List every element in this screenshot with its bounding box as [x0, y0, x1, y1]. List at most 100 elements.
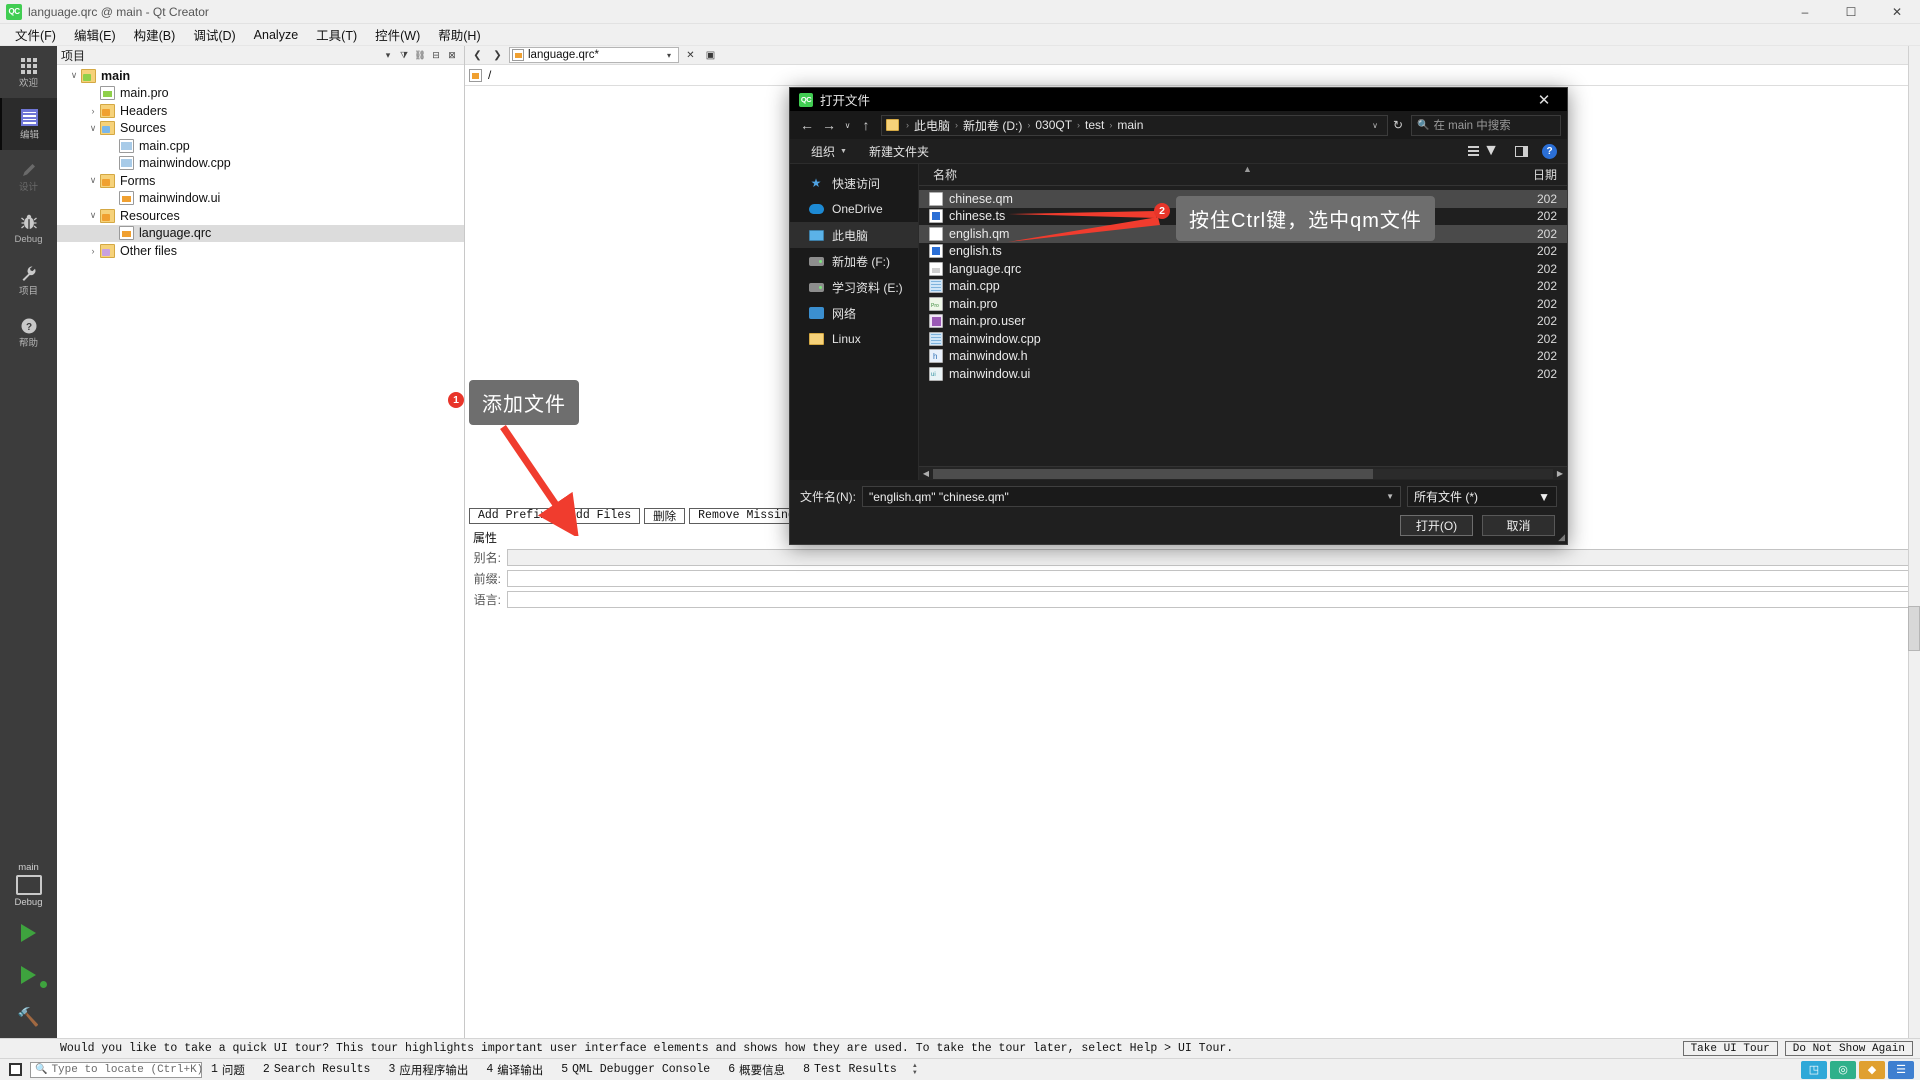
chevron-down-icon[interactable]: ▼: [1538, 490, 1550, 504]
output-pane-search-results[interactable]: 2 Search Results: [254, 1063, 380, 1076]
menu-debug[interactable]: 调试(D): [184, 23, 244, 46]
filename-input[interactable]: "english.qm" "chinese.qm" ▼: [862, 486, 1401, 507]
take-ui-tour-button[interactable]: Take UI Tour: [1682, 1041, 1778, 1056]
tree-twisty-icon[interactable]: ›: [86, 106, 100, 116]
breadcrumb-segment-3[interactable]: test: [1084, 118, 1105, 132]
menu-file[interactable]: 文件(F): [6, 23, 65, 46]
file-row[interactable]: language.qrc 202: [919, 260, 1567, 278]
prefix-field[interactable]: [507, 569, 1920, 587]
file-row[interactable]: english.ts 202: [919, 243, 1567, 261]
file-row[interactable]: main.pro 202: [919, 295, 1567, 313]
maximize-icon[interactable]: ☐: [1828, 0, 1874, 23]
minimize-icon[interactable]: –: [1782, 0, 1828, 23]
tree-item-language-qrc[interactable]: language.qrc: [57, 224, 464, 242]
close-document-icon[interactable]: ✕: [682, 47, 699, 63]
close-pane-icon[interactable]: ⊠: [444, 47, 460, 63]
tree-item-resources[interactable]: ∨ Resources: [57, 207, 464, 225]
hscroll-track[interactable]: [933, 468, 1553, 479]
back-icon[interactable]: ←: [796, 113, 818, 137]
right-sidebar-strip[interactable]: [1908, 46, 1920, 1038]
tray-icon-3[interactable]: ◆: [1859, 1060, 1885, 1079]
mode-projects[interactable]: 项目: [0, 254, 57, 306]
tray-icon-4[interactable]: ☰: [1888, 1060, 1914, 1079]
menu-analyze[interactable]: Analyze: [245, 26, 307, 44]
tray-icon-2[interactable]: ◎: [1830, 1060, 1856, 1079]
places-item-linux[interactable]: Linux: [790, 326, 918, 352]
places-item--f-[interactable]: 新加卷 (F:): [790, 248, 918, 274]
recent-locations-icon[interactable]: ∨: [840, 113, 855, 137]
breadcrumb-segment-1[interactable]: 新加卷 (D:): [962, 117, 1023, 134]
file-row[interactable]: main.pro.user 202: [919, 313, 1567, 331]
add-files-button[interactable]: Add Files: [560, 507, 641, 524]
remove-button[interactable]: 删除: [644, 507, 686, 524]
tree-item-sources[interactable]: ∨ Sources: [57, 120, 464, 138]
open-button[interactable]: 打开(O): [1400, 515, 1473, 536]
breadcrumb-segment-2[interactable]: 030QT: [1034, 118, 1073, 132]
nav-back-icon[interactable]: ❮: [469, 47, 486, 63]
tray-icon-1[interactable]: ◳: [1801, 1060, 1827, 1079]
add-prefix-button[interactable]: Add Prefix: [469, 507, 557, 524]
output-pane-qml-console[interactable]: 5 QML Debugger Console: [552, 1063, 719, 1076]
forward-icon[interactable]: →: [818, 113, 840, 137]
mode-design[interactable]: 设计: [0, 150, 57, 202]
tree-twisty-icon[interactable]: ∨: [86, 123, 100, 134]
tree-item-forms[interactable]: ∨ Forms: [57, 172, 464, 190]
organize-button[interactable]: 组织 ▼: [800, 141, 858, 162]
places-item-onedrive[interactable]: OneDrive: [790, 196, 918, 222]
open-file-dialog[interactable]: QC 打开文件 ✕ ← → ∨ ↑ › 此电脑 › 新加卷 (D:) › 030…: [789, 87, 1568, 545]
tree-twisty-icon[interactable]: ∨: [86, 175, 100, 186]
chevron-down-icon[interactable]: ▼: [1386, 492, 1394, 501]
dialog-search-input[interactable]: 🔍 在 main 中搜索: [1411, 114, 1561, 136]
output-pane-test-results[interactable]: 8 Test Results: [794, 1063, 906, 1076]
cancel-button[interactable]: 取消: [1482, 515, 1555, 536]
dialog-places-sidebar[interactable]: ★ 快速访问 OneDrive 此电脑 新加卷 (F:) 学习资料 (E:) 网络 Linux: [790, 164, 919, 480]
do-not-show-again-button[interactable]: Do Not Show Again: [1784, 1041, 1913, 1056]
places-item--e-[interactable]: 学习资料 (E:): [790, 274, 918, 300]
preview-pane-button[interactable]: [1507, 145, 1536, 157]
qrc-root-row[interactable]: /: [465, 65, 1920, 86]
breadcrumb-segment-0[interactable]: 此电脑: [913, 117, 951, 134]
project-tree[interactable]: ∨ main main.pro › Headers ∨ Sources main.cpp mai…: [57, 65, 464, 1038]
tree-item-other-files[interactable]: › Other files: [57, 242, 464, 260]
dialog-close-icon[interactable]: ✕: [1521, 88, 1567, 111]
menu-build[interactable]: 构建(B): [125, 23, 185, 46]
scroll-right-icon[interactable]: ▶: [1553, 469, 1567, 478]
tree-twisty-icon[interactable]: ∨: [86, 210, 100, 221]
debug-run-button[interactable]: [0, 954, 57, 996]
output-pane-app-output[interactable]: 3 应用程序输出: [379, 1062, 477, 1078]
output-pane-overview[interactable]: 6 概要信息: [719, 1062, 794, 1078]
run-button[interactable]: [0, 912, 57, 954]
toggle-sidebar-icon[interactable]: [0, 1059, 30, 1080]
tree-item-headers[interactable]: › Headers: [57, 102, 464, 120]
menu-help[interactable]: 帮助(H): [429, 23, 489, 46]
view-mode-button[interactable]: ▼: [1460, 142, 1507, 160]
open-documents-combo[interactable]: language.qrc* ▾: [509, 47, 679, 63]
mode-edit[interactable]: 编辑: [0, 98, 57, 150]
filter-dropdown-icon[interactable]: ▾: [380, 47, 396, 63]
locator-input[interactable]: 🔍 Type to locate (Ctrl+K): [30, 1061, 203, 1078]
mode-help[interactable]: ? 帮助: [0, 306, 57, 358]
filetype-select[interactable]: 所有文件 (*) ▼: [1407, 486, 1557, 507]
file-row[interactable]: mainwindow.h 202: [919, 348, 1567, 366]
split-editor-icon[interactable]: ▣: [702, 47, 719, 63]
breadcrumb-dropdown-icon[interactable]: ∨: [1367, 121, 1383, 130]
mode-debug[interactable]: Debug: [0, 202, 57, 254]
nav-forward-icon[interactable]: ❯: [489, 47, 506, 63]
file-list-hscrollbar[interactable]: ◀ ▶: [919, 466, 1567, 480]
build-button[interactable]: 🔨: [0, 996, 57, 1038]
menu-tools[interactable]: 工具(T): [307, 23, 366, 46]
up-icon[interactable]: ↑: [855, 113, 877, 137]
tree-twisty-icon[interactable]: ∨: [67, 70, 81, 81]
kit-selector[interactable]: main Debug: [0, 856, 57, 912]
tree-item-mainwindow-ui[interactable]: mainwindow.ui: [57, 190, 464, 208]
output-pane-issues[interactable]: 1 问题: [202, 1062, 254, 1078]
language-field[interactable]: [507, 590, 1920, 608]
places-item--[interactable]: ★ 快速访问: [790, 170, 918, 196]
menu-window[interactable]: 控件(W): [366, 23, 429, 46]
tree-item-mainwindow-cpp[interactable]: mainwindow.cpp: [57, 155, 464, 173]
scroll-left-icon[interactable]: ◀: [919, 469, 933, 478]
mode-welcome[interactable]: 欢迎: [0, 46, 57, 98]
help-icon[interactable]: ?: [1542, 143, 1557, 159]
places-item--[interactable]: 网络: [790, 300, 918, 326]
filter-icon[interactable]: ⧩: [396, 47, 412, 63]
